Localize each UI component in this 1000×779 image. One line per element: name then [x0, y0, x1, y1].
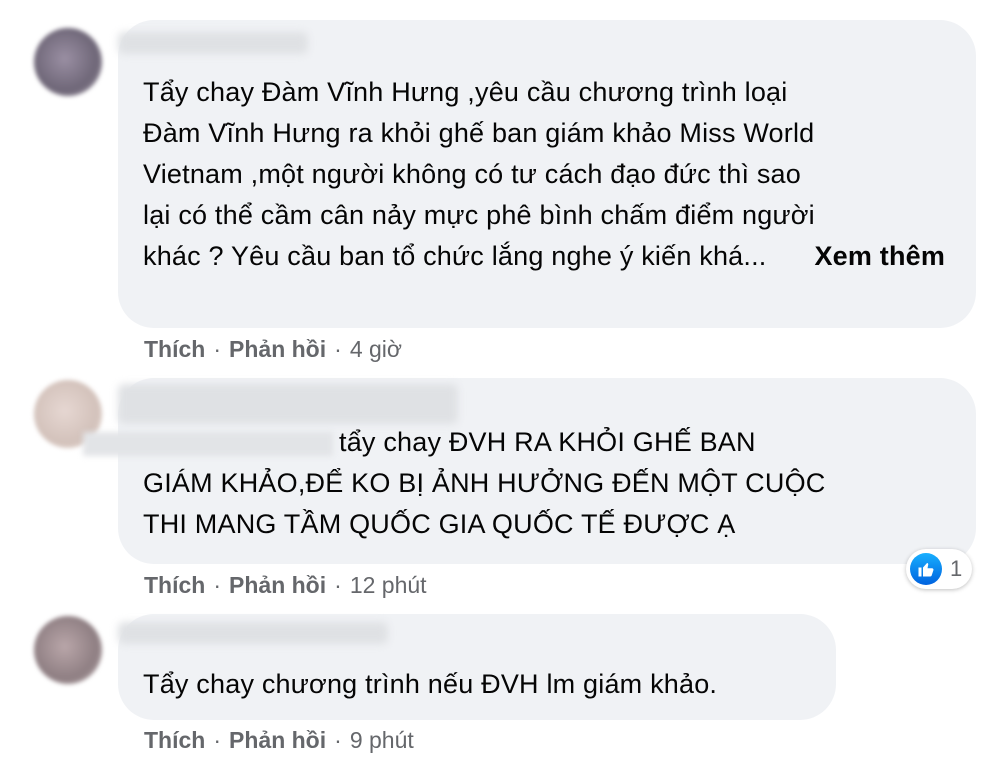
separator: ·: [213, 727, 222, 753]
reply-button[interactable]: Phản hồi: [229, 572, 326, 598]
comment-actions: Thích · Phản hồi · 4 giờ: [144, 336, 402, 363]
reply-button[interactable]: Phản hồi: [229, 336, 326, 362]
reply-button[interactable]: Phản hồi: [229, 727, 326, 753]
author-name[interactable]: [118, 32, 308, 54]
text-line: Đàm Vĩnh Hưng ra khỏi ghế ban giám khảo …: [143, 118, 815, 148]
separator: ·: [213, 336, 222, 362]
text-line: GIÁM KHẢO,ĐỂ KO BỊ ẢNH HƯỞNG ĐẾN MỘT CUỘ…: [143, 468, 826, 498]
thumbs-up-icon: [910, 553, 942, 585]
like-button[interactable]: Thích: [144, 336, 205, 362]
comment-text: tẩy chay ĐVH RA KHỎI GHẾ BAN GIÁM KHẢO,Đ…: [83, 422, 973, 545]
see-more-label[interactable]: Xem thêm: [814, 241, 945, 271]
reaction-count: 1: [950, 556, 963, 581]
timestamp[interactable]: 9 phút: [350, 727, 414, 753]
avatar[interactable]: [34, 28, 102, 96]
timestamp[interactable]: 4 giờ: [350, 336, 402, 362]
text-line: Vietnam ,một người không có tư cách đạo …: [143, 159, 801, 189]
comment-bubble: tẩy chay ĐVH RA KHỎI GHẾ BAN GIÁM KHẢO,Đ…: [83, 378, 976, 564]
text-line: THI MANG TẦM QUỐC GIA QUỐC TẾ ĐƯỢC Ạ: [143, 509, 736, 539]
blurred-tag: [83, 431, 333, 456]
avatar[interactable]: [34, 616, 102, 684]
author-name[interactable]: [118, 622, 388, 644]
like-button[interactable]: Thích: [144, 572, 205, 598]
text-line-content: tẩy chay ĐVH RA KHỎI GHẾ BAN: [339, 427, 756, 457]
timestamp[interactable]: 12 phút: [350, 572, 427, 598]
author-name[interactable]: [118, 384, 458, 424]
like-button[interactable]: Thích: [144, 727, 205, 753]
separator: ·: [334, 336, 342, 362]
separator: ·: [213, 572, 222, 598]
text-line: tẩy chay ĐVH RA KHỎI GHẾ BAN: [83, 422, 973, 463]
text-line: Tẩy chay chương trình nếu ĐVH lm giám kh…: [143, 669, 718, 699]
comment-actions: Thích · Phản hồi · 9 phút: [144, 727, 414, 754]
separator: ·: [334, 727, 342, 753]
comment-actions: Thích · Phản hồi · 12 phút: [144, 572, 427, 599]
see-more-link[interactable]: khác ? Yêu cầu ban tổ chức lắng nghe ý k…: [143, 236, 973, 277]
comment-text: Tẩy chay chương trình nếu ĐVH lm giám kh…: [143, 664, 833, 705]
text-line: Tẩy chay Đàm Vĩnh Hưng ,yêu cầu chương t…: [143, 77, 788, 107]
separator: ·: [334, 572, 342, 598]
text-line: lại có thể cầm cân nảy mực phê bình chấm…: [143, 200, 815, 230]
reaction-summary[interactable]: 1: [906, 549, 973, 589]
comment-bubble: Tẩy chay Đàm Vĩnh Hưng ,yêu cầu chương t…: [118, 20, 976, 328]
comment-bubble: Tẩy chay chương trình nếu ĐVH lm giám kh…: [118, 614, 836, 720]
